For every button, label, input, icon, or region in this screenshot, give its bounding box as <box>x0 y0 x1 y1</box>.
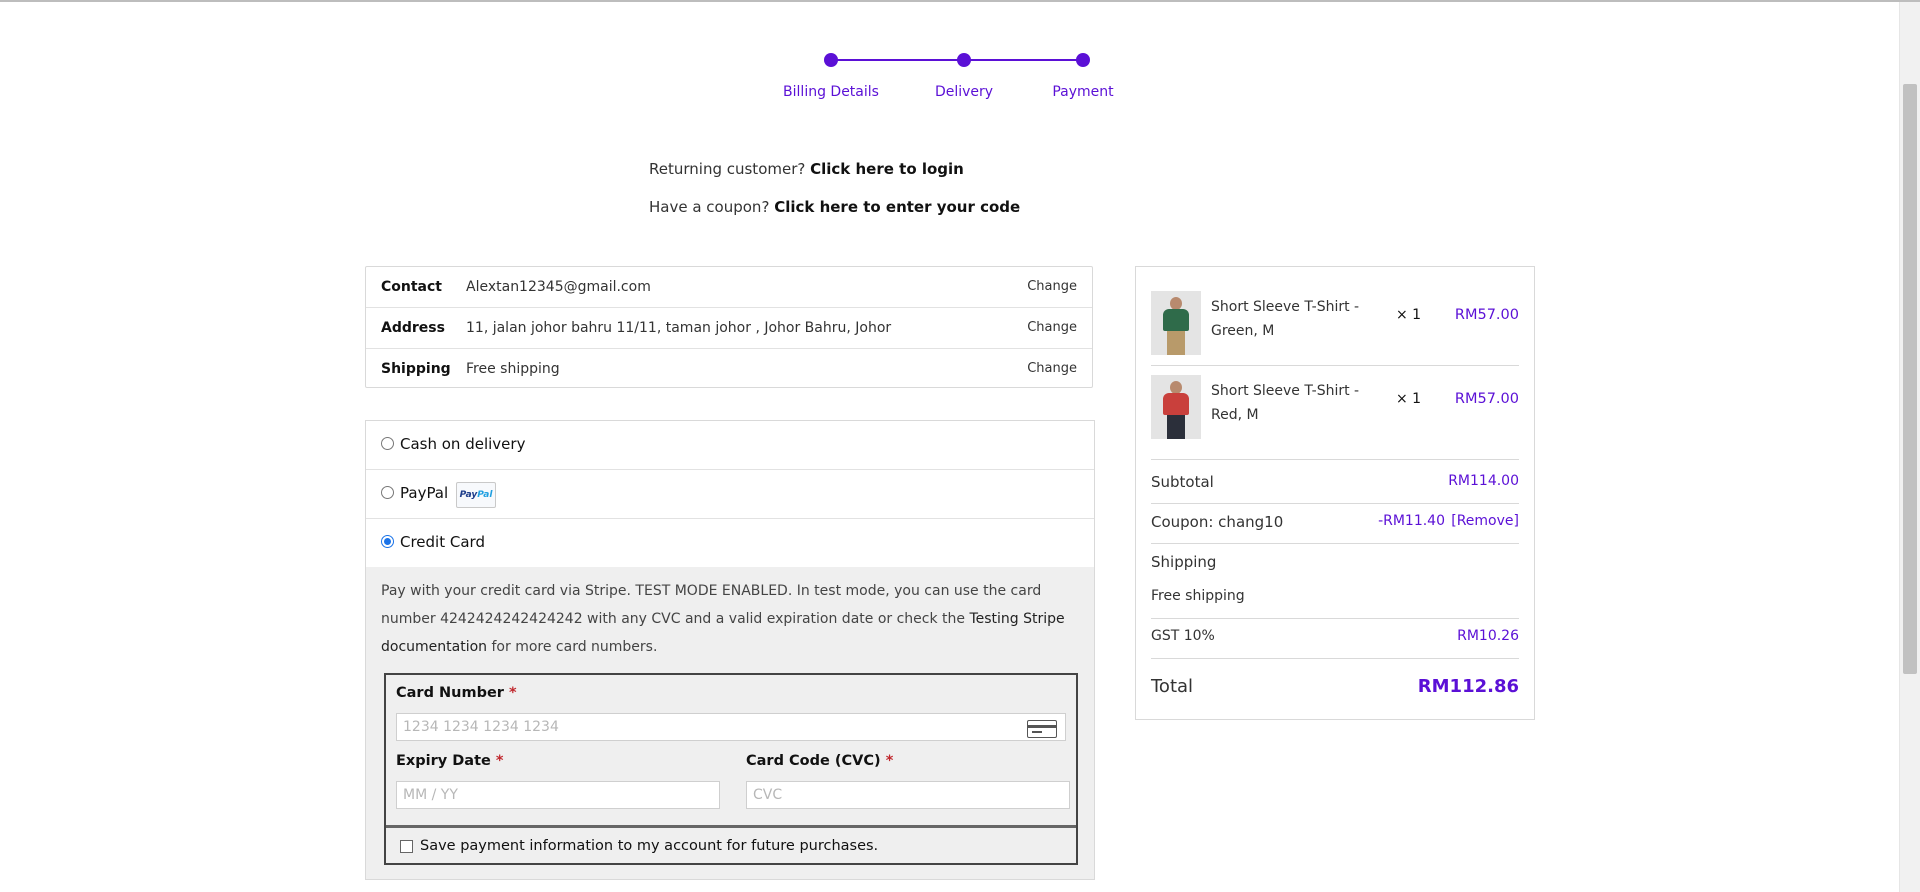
order-summary: Short Sleeve T-Shirt - Green, M × 1 RM57… <box>1135 266 1535 720</box>
stripe-description-text: Pay with your credit card via Stripe. TE… <box>381 583 1042 627</box>
cart-item: Short Sleeve T-Shirt - Green, M × 1 RM57… <box>1151 283 1519 366</box>
coupon-text: Have a coupon? <box>649 198 770 216</box>
remove-coupon-link[interactable]: [Remove] <box>1451 513 1519 529</box>
coupon-notice: Have a coupon? Click here to enter your … <box>649 198 1020 216</box>
total-label: Total <box>1151 676 1194 697</box>
top-border <box>0 0 1920 2</box>
total-row: Total RM112.86 <box>1151 676 1519 697</box>
subtotal-row: Subtotal RM114.00 <box>1151 473 1519 491</box>
cvc-placeholder: CVC <box>753 787 783 803</box>
card-number-input[interactable]: 1234 1234 1234 1234 <box>396 713 1066 741</box>
coupon-label: Coupon: chang10 <box>1151 513 1284 531</box>
change-address-link[interactable]: Change <box>1027 320 1077 335</box>
payment-method-label[interactable]: Cash on delivery <box>400 435 525 453</box>
change-shipping-link[interactable]: Change <box>1027 361 1077 376</box>
returning-customer-notice: Returning customer? Click here to login <box>649 160 964 178</box>
tax-row: GST 10% RM10.26 <box>1151 628 1519 644</box>
product-name: Short Sleeve T-Shirt - Red, M <box>1211 383 1360 423</box>
product-price: RM57.00 <box>1454 307 1519 323</box>
cod-radio[interactable] <box>381 437 394 450</box>
paypal-radio[interactable] <box>381 486 394 499</box>
step-label-payment[interactable]: Payment <box>1052 84 1113 100</box>
review-label: Shipping <box>381 361 451 377</box>
credit-card-panel: Pay with your credit card via Stripe. TE… <box>366 567 1094 879</box>
card-form: Card Number * 1234 1234 1234 1234 Expiry… <box>384 673 1078 865</box>
stripe-description-text-end: for more card numbers. <box>487 639 658 655</box>
review-row-shipping: Shipping Free shipping Change <box>366 349 1092 389</box>
payment-method-credit-card[interactable]: Credit Card <box>366 519 1094 568</box>
card-number-label: Card Number * <box>396 685 517 701</box>
order-review-box: Contact Alextan12345@gmail.com Change Ad… <box>365 266 1093 388</box>
login-link[interactable]: Click here to login <box>810 160 964 178</box>
scrollbar-thumb[interactable] <box>1903 84 1917 674</box>
step-label-billing[interactable]: Billing Details <box>783 84 879 100</box>
payment-methods: Cash on delivery PayPal PayPal Credit Ca… <box>365 420 1095 880</box>
review-value: 11, jalan johor bahru 11/11, taman johor… <box>466 320 892 336</box>
credit-card-radio[interactable] <box>381 535 394 548</box>
expiry-placeholder: MM / YY <box>403 787 458 803</box>
step-dot-delivery[interactable] <box>957 53 971 67</box>
checkout-stepper: Billing Details Delivery Payment <box>780 50 1120 110</box>
product-thumbnail <box>1151 375 1201 439</box>
cvc-label: Card Code (CVC) * <box>746 753 894 769</box>
save-payment-label[interactable]: Save payment information to my account f… <box>420 838 878 854</box>
expiry-date-label: Expiry Date * <box>396 753 504 769</box>
divider <box>1151 618 1519 619</box>
save-payment-checkbox[interactable] <box>400 840 413 853</box>
review-row-address: Address 11, jalan johor bahru 11/11, tam… <box>366 308 1092 349</box>
payment-method-cod[interactable]: Cash on delivery <box>366 421 1094 470</box>
product-quantity: × 1 <box>1396 391 1422 407</box>
enter-coupon-link[interactable]: Click here to enter your code <box>774 198 1020 216</box>
expiry-date-input[interactable]: MM / YY <box>396 781 720 809</box>
shipping-value-row: Free shipping <box>1151 588 1519 604</box>
step-label-delivery[interactable]: Delivery <box>935 84 993 100</box>
step-dot-payment[interactable] <box>1076 53 1090 67</box>
product-quantity: × 1 <box>1396 307 1422 323</box>
cvc-input[interactable]: CVC <box>746 781 1070 809</box>
tax-label: GST 10% <box>1151 628 1215 644</box>
credit-card-icon <box>1027 720 1057 738</box>
cart-item: Short Sleeve T-Shirt - Red, M × 1 RM57.0… <box>1151 367 1519 460</box>
coupon-amount: -RM11.40 <box>1378 513 1445 529</box>
tax-value: RM10.26 <box>1457 628 1519 644</box>
divider <box>1151 543 1519 544</box>
product-price: RM57.00 <box>1454 391 1519 407</box>
subtotal-value: RM114.00 <box>1448 473 1519 489</box>
review-value: Alextan12345@gmail.com <box>466 279 651 295</box>
total-value: RM112.86 <box>1417 676 1519 697</box>
card-number-placeholder: 1234 1234 1234 1234 <box>403 719 559 735</box>
shipping-value: Free shipping <box>1151 588 1245 604</box>
paypal-logo-icon: PayPal <box>456 482 496 508</box>
product-thumbnail <box>1151 291 1201 355</box>
shipping-label-row: Shipping <box>1151 553 1519 571</box>
coupon-row: Coupon: chang10 -RM11.40 [Remove] <box>1151 513 1519 531</box>
product-name: Short Sleeve T-Shirt - Green, M <box>1211 299 1360 339</box>
review-label: Address <box>381 320 445 336</box>
subtotal-label: Subtotal <box>1151 473 1214 491</box>
page-scrollbar[interactable] <box>1899 2 1920 892</box>
divider <box>1151 658 1519 659</box>
returning-customer-text: Returning customer? <box>649 160 806 178</box>
stripe-description: Pay with your credit card via Stripe. TE… <box>381 577 1081 661</box>
review-value: Free shipping <box>466 361 560 377</box>
step-dot-billing[interactable] <box>824 53 838 67</box>
review-row-contact: Contact Alextan12345@gmail.com Change <box>366 267 1092 308</box>
payment-method-label[interactable]: PayPal <box>400 484 448 502</box>
shipping-label: Shipping <box>1151 553 1217 571</box>
review-label: Contact <box>381 279 442 295</box>
payment-method-label[interactable]: Credit Card <box>400 533 485 551</box>
stepper-line-2 <box>964 59 1083 61</box>
stepper-line-1 <box>831 59 964 61</box>
divider <box>1151 503 1519 504</box>
payment-method-paypal[interactable]: PayPal PayPal <box>366 470 1094 519</box>
change-contact-link[interactable]: Change <box>1027 279 1077 294</box>
form-divider <box>386 825 1076 828</box>
